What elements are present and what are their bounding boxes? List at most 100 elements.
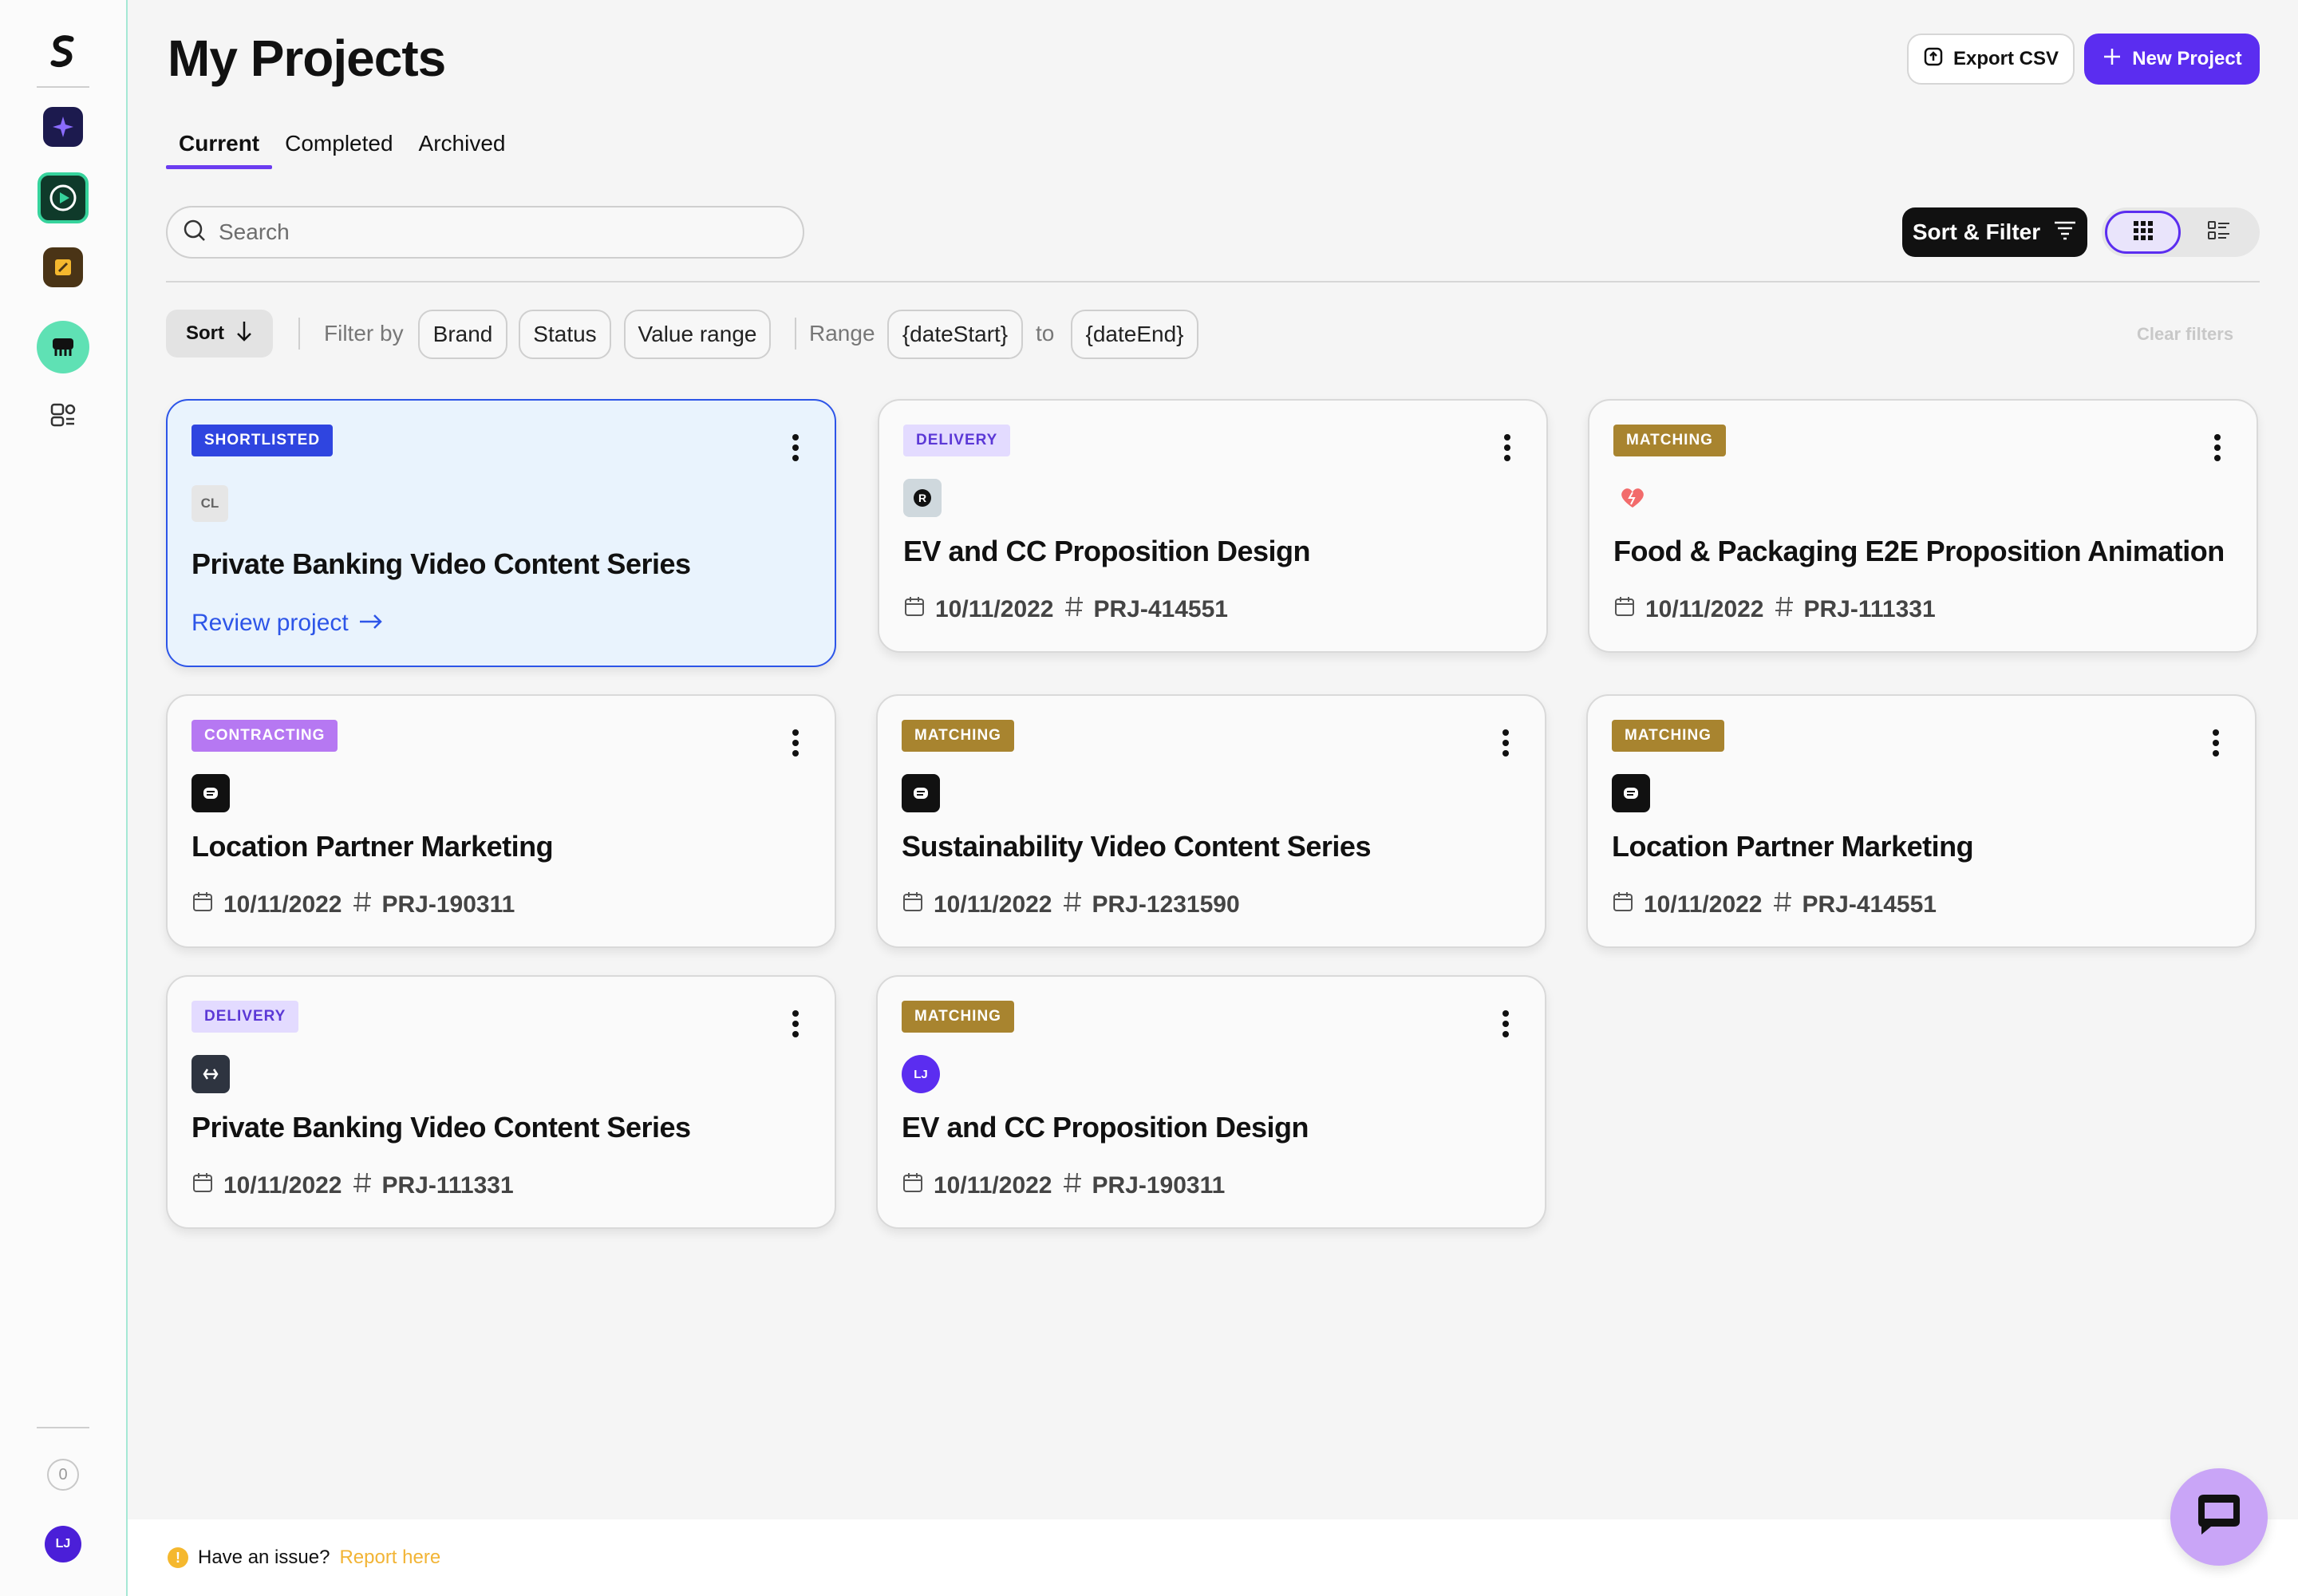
page-title: My Projects [168, 30, 446, 87]
chat-support-button[interactable] [2170, 1468, 2268, 1566]
export-csv-button[interactable]: Export CSV [1907, 34, 2075, 85]
more-options-icon[interactable] [792, 434, 800, 461]
project-meta: 10/11/2022 PRJ-111331 [192, 1171, 514, 1200]
list-icon [2207, 219, 2231, 246]
project-id: PRJ-111331 [381, 1172, 514, 1199]
sidebar-app-play-icon[interactable] [38, 172, 89, 223]
brand-logo-link-icon [192, 1055, 230, 1093]
project-id: PRJ-111331 [1803, 596, 1936, 622]
sort-filter-label: Sort & Filter [1912, 219, 2041, 244]
tab-completed[interactable]: Completed [272, 128, 405, 169]
brand-filter-chip[interactable]: Brand [418, 310, 507, 359]
tab-archived[interactable]: Archived [406, 128, 519, 169]
date-end-input[interactable]: {dateEnd} [1071, 310, 1198, 359]
search-input[interactable] [219, 219, 777, 245]
sidebar-app-projects-icon[interactable] [37, 321, 89, 373]
status-badge: CONTRACTING [192, 720, 338, 752]
project-date: 10/11/2022 [935, 596, 1054, 622]
sort-button[interactable]: Sort [166, 310, 273, 358]
brand-logo-chat-icon [902, 774, 940, 812]
view-mode-toggle [2102, 207, 2260, 257]
project-date: 10/11/2022 [1645, 596, 1764, 622]
grid-view-button[interactable] [2105, 211, 2181, 254]
review-project-label: Review project [192, 610, 349, 636]
issue-text: Have an issue? [198, 1547, 330, 1568]
hash-icon [352, 891, 373, 919]
more-options-icon[interactable] [2213, 434, 2221, 461]
more-options-icon[interactable] [1502, 1010, 1510, 1037]
filter-separator [298, 318, 300, 350]
export-csv-label: Export CSV [1953, 48, 2059, 69]
project-card[interactable]: CONTRACTING Location Partner Marketing 1… [166, 694, 836, 948]
date-start-input[interactable]: {dateStart} [887, 310, 1023, 359]
grid-icon [2132, 219, 2154, 246]
more-options-icon[interactable] [1502, 729, 1510, 757]
list-view-button[interactable] [2181, 211, 2257, 254]
project-title: Sustainability Video Content Series [902, 830, 1371, 863]
project-title: Location Partner Marketing [192, 830, 554, 863]
project-meta: 10/11/2022 PRJ-414551 [903, 595, 1228, 624]
brand-logo-chat-icon [1612, 774, 1650, 812]
more-options-icon[interactable] [1503, 434, 1511, 461]
project-card[interactable]: MATCHING Sustainability Video Content Se… [876, 694, 1546, 948]
calendar-icon [902, 891, 924, 919]
project-card[interactable]: MATCHING Location Partner Marketing 10/1… [1586, 694, 2257, 948]
footer: ! Have an issue? Report here [128, 1519, 2298, 1596]
new-project-button[interactable]: New Project [2084, 34, 2260, 85]
notification-count-badge[interactable]: 0 [47, 1459, 79, 1491]
report-issue-link[interactable]: Report here [339, 1547, 440, 1569]
svg-text:R: R [918, 492, 926, 504]
status-badge: DELIVERY [903, 425, 1011, 456]
sidebar-app-sparkle-icon[interactable] [43, 107, 83, 147]
arrow-right-icon [358, 610, 384, 637]
arrow-down-icon [235, 320, 253, 348]
project-card[interactable]: SHORTLISTED CL Private Banking Video Con… [166, 399, 836, 667]
project-date: 10/11/2022 [223, 891, 342, 918]
filter-icon [2053, 219, 2077, 246]
tab-current[interactable]: Current [166, 128, 273, 169]
brand-logo-r-icon: R [903, 479, 942, 517]
sidebar-app-notes-icon[interactable] [43, 247, 83, 287]
warning-icon: ! [168, 1547, 188, 1568]
brand-logo-avatar: LJ [902, 1055, 940, 1093]
sidebar-app-dashboard-icon[interactable] [47, 399, 79, 431]
user-avatar[interactable]: LJ [45, 1526, 81, 1562]
status-badge: MATCHING [902, 1001, 1014, 1033]
filter-by-label: Filter by [324, 321, 404, 346]
toolbar-divider [166, 281, 2260, 282]
project-card[interactable]: MATCHING Food & Packaging E2E Propositio… [1588, 399, 2258, 653]
hash-icon [1774, 595, 1795, 624]
value-range-filter-chip[interactable]: Value range [624, 310, 771, 359]
calendar-icon [902, 1171, 924, 1200]
project-title: EV and CC Proposition Design [902, 1111, 1309, 1144]
project-card[interactable]: DELIVERY Private Banking Video Content S… [166, 975, 836, 1229]
calendar-icon [192, 891, 214, 919]
more-options-icon[interactable] [792, 729, 800, 757]
project-card[interactable]: DELIVERY R EV and CC Proposition Design … [878, 399, 1548, 653]
project-date: 10/11/2022 [223, 1172, 342, 1199]
project-meta: 10/11/2022 PRJ-111331 [1613, 595, 1936, 624]
hash-icon [1064, 595, 1084, 624]
more-options-icon[interactable] [2212, 729, 2220, 757]
sort-filter-button[interactable]: Sort & Filter [1902, 207, 2087, 257]
export-icon [1923, 46, 1944, 73]
brand-logo-icon[interactable] [41, 30, 85, 73]
filter-separator [795, 318, 796, 350]
status-filter-chip[interactable]: Status [519, 310, 611, 359]
project-card[interactable]: MATCHING LJ EV and CC Proposition Design… [876, 975, 1546, 1229]
review-project-link[interactable]: Review project [192, 610, 384, 637]
new-project-label: New Project [2132, 48, 2242, 69]
plus-icon [2102, 46, 2122, 73]
status-badge: MATCHING [1613, 425, 1726, 456]
hash-icon [1062, 1171, 1083, 1200]
calendar-icon [903, 595, 926, 624]
range-label: Range [809, 321, 875, 346]
range-to-label: to [1036, 321, 1055, 346]
clear-filters-button[interactable]: Clear filters [2137, 324, 2233, 345]
more-options-icon[interactable] [792, 1010, 800, 1037]
calendar-icon [1613, 595, 1636, 624]
sidebar: 0 LJ [0, 0, 128, 1596]
project-meta: 10/11/2022 PRJ-190311 [192, 891, 515, 919]
project-id: PRJ-190311 [1092, 1172, 1226, 1199]
project-tabs: Current Completed Archived [166, 128, 518, 169]
